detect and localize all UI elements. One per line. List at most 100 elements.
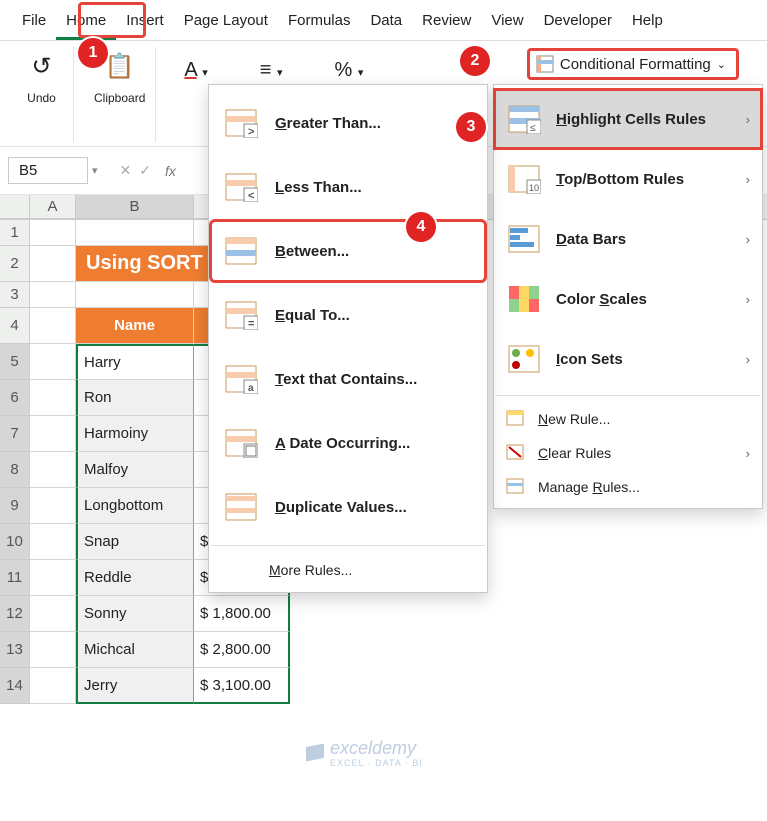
row-header[interactable]: 3 [0, 282, 30, 308]
conditional-formatting-menu: ≤ Highlight Cells Rules › 10 Top/Bottom … [493, 84, 763, 509]
cancel-formula-icon[interactable]: ✕ [120, 162, 132, 179]
menu-color-scales[interactable]: Color Scales › [494, 269, 762, 329]
col-header-b[interactable]: B [76, 195, 194, 219]
cell[interactable] [30, 380, 76, 416]
menu-equal-to[interactable]: = Equal To... [209, 283, 487, 347]
menu-insert[interactable]: Insert [116, 6, 174, 40]
cell[interactable] [30, 488, 76, 524]
cell-name[interactable]: Longbottom [76, 488, 194, 524]
menu-data[interactable]: Data [360, 6, 412, 40]
cell-name[interactable]: Reddle [76, 560, 194, 596]
menu-manage-rules[interactable]: Manage Rules... [494, 470, 762, 504]
cell[interactable] [30, 632, 76, 668]
row-header[interactable]: 4 [0, 308, 30, 344]
cell[interactable] [30, 524, 76, 560]
row-header[interactable]: 9 [0, 488, 30, 524]
highlight-cells-label: Highlight Cells Rules [556, 111, 732, 128]
menu-data-bars[interactable]: Data Bars › [494, 209, 762, 269]
top-bottom-icon: 10 [506, 163, 542, 195]
cell[interactable] [30, 344, 76, 380]
menu-formulas[interactable]: Formulas [278, 6, 361, 40]
cell-salary[interactable]: $ 1,800.00 [194, 596, 290, 632]
menu-help[interactable]: Help [622, 6, 673, 40]
cell[interactable] [30, 560, 76, 596]
cell-salary[interactable]: $ 2,800.00 [194, 632, 290, 668]
row-header[interactable]: 7 [0, 416, 30, 452]
cell-salary[interactable]: $ 3,100.00 [194, 668, 290, 704]
menu-between[interactable]: Between... [209, 219, 487, 283]
cell-name[interactable]: Snap [76, 524, 194, 560]
row-header[interactable]: 12 [0, 596, 30, 632]
date-occurring-label: A Date Occurring... [275, 435, 410, 452]
menu-separator [211, 545, 485, 546]
cell-name[interactable]: Ron [76, 380, 194, 416]
cell[interactable] [30, 416, 76, 452]
alignment-button[interactable]: ≡ ▾ [252, 53, 291, 88]
menu-highlight-cells-rules[interactable]: ≤ Highlight Cells Rules › [494, 89, 762, 149]
menu-page-layout[interactable]: Page Layout [174, 6, 278, 40]
enter-formula-icon[interactable]: ✓ [139, 162, 151, 179]
data-bars-icon [506, 223, 542, 255]
cell[interactable] [30, 246, 76, 282]
row-header[interactable]: 1 [0, 220, 30, 246]
cell-name[interactable]: Harmoiny [76, 416, 194, 452]
menu-date-occurring[interactable]: A Date Occurring... [209, 411, 487, 475]
menu-more-rules[interactable]: More Rules... [209, 552, 487, 582]
menu-icon-sets[interactable]: Icon Sets › [494, 329, 762, 389]
font-color-button[interactable]: A ▾ [176, 53, 215, 88]
chevron-right-icon: › [746, 352, 750, 367]
menu-top-bottom-rules[interactable]: 10 Top/Bottom Rules › [494, 149, 762, 209]
menu-greater-than[interactable]: > Greater Than... [209, 91, 487, 155]
grid-row: 13 Michcal $ 2,800.00 [0, 632, 767, 668]
data-bars-label: Data Bars [556, 231, 732, 248]
row-header[interactable]: 13 [0, 632, 30, 668]
menu-less-than[interactable]: < Less Than... [209, 155, 487, 219]
cell-name[interactable]: Michcal [76, 632, 194, 668]
menu-clear-rules[interactable]: Clear Rules › [494, 436, 762, 470]
cell[interactable] [76, 220, 194, 246]
text-contains-icon: a [223, 363, 259, 395]
menu-file[interactable]: File [12, 6, 56, 40]
cell-name[interactable]: Jerry [76, 668, 194, 704]
menu-duplicate-values[interactable]: Duplicate Values... [209, 475, 487, 539]
name-box[interactable]: B5 [8, 157, 88, 184]
cell[interactable] [30, 596, 76, 632]
cell-name[interactable]: Sonny [76, 596, 194, 632]
percent-button[interactable]: % ▾ [326, 53, 371, 88]
namebox-dropdown-icon[interactable]: ▾ [92, 164, 98, 177]
menu-view[interactable]: View [481, 6, 533, 40]
duplicate-values-label: Duplicate Values... [275, 499, 407, 516]
undo-group[interactable]: ↺ Undo [10, 47, 74, 142]
row-header[interactable]: 10 [0, 524, 30, 560]
row-header[interactable]: 14 [0, 668, 30, 704]
row-header[interactable]: 2 [0, 246, 30, 282]
chevron-right-icon: › [746, 232, 750, 247]
select-all-corner[interactable] [0, 195, 30, 219]
row-header[interactable]: 6 [0, 380, 30, 416]
cell[interactable] [76, 282, 194, 308]
conditional-formatting-button[interactable]: Conditional Formatting ⌄ [527, 48, 739, 80]
menu-new-rule[interactable]: New Rule... [494, 402, 762, 436]
equal-to-icon: = [223, 299, 259, 331]
menu-text-contains[interactable]: a Text that Contains... [209, 347, 487, 411]
menu-separator [496, 395, 760, 396]
cell[interactable] [30, 668, 76, 704]
cell-name[interactable]: Malfoy [76, 452, 194, 488]
svg-text:=: = [248, 318, 254, 330]
undo-icon: ↺ [31, 53, 51, 83]
fx-button[interactable]: fx [159, 161, 182, 181]
row-header[interactable]: 8 [0, 452, 30, 488]
cell[interactable] [30, 308, 76, 344]
icon-sets-icon [506, 343, 542, 375]
row-header[interactable]: 11 [0, 560, 30, 596]
menu-home[interactable]: Home [56, 6, 116, 40]
column-header-name[interactable]: Name [76, 308, 194, 344]
cell-name[interactable]: Harry [76, 344, 194, 380]
menu-developer[interactable]: Developer [534, 6, 622, 40]
col-header-a[interactable]: A [30, 195, 76, 219]
cell[interactable] [30, 452, 76, 488]
cell[interactable] [30, 220, 76, 246]
cell[interactable] [30, 282, 76, 308]
menu-review[interactable]: Review [412, 6, 481, 40]
row-header[interactable]: 5 [0, 344, 30, 380]
